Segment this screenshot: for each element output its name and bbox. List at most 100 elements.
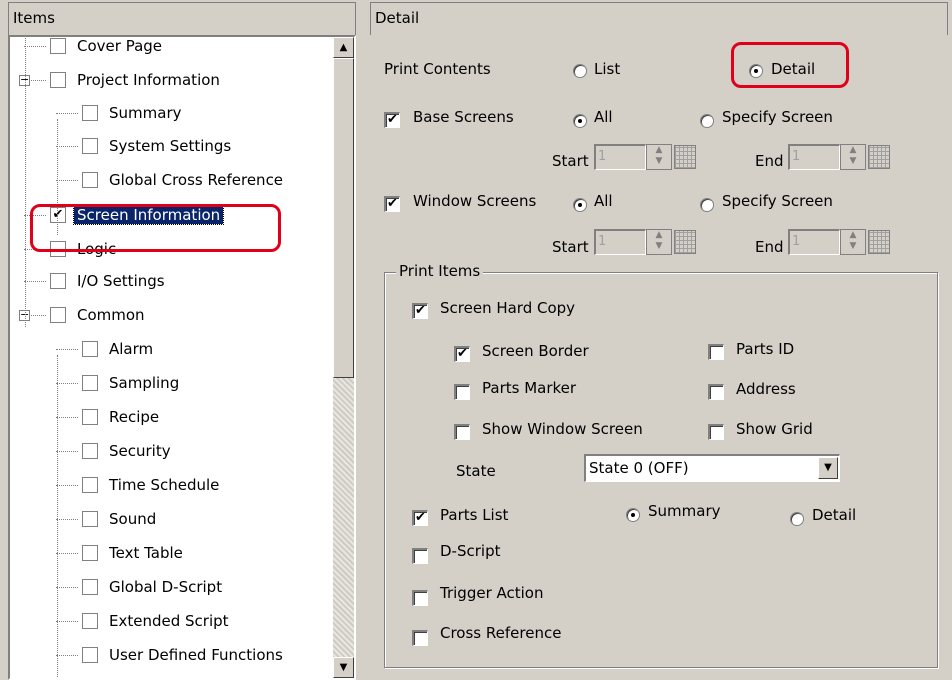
- tree-checkbox[interactable]: [82, 579, 98, 595]
- tree-checkbox[interactable]: [82, 138, 98, 154]
- tree-item-security[interactable]: Security: [82, 440, 174, 462]
- spin-arrows-icon[interactable]: ▲ ▼: [840, 229, 866, 255]
- tree-item-cover-page[interactable]: Cover Page: [50, 37, 165, 57]
- tree-scrollbar[interactable]: ▲ ▼: [333, 37, 354, 678]
- cross-reference-checkbox[interactable]: [412, 630, 428, 646]
- window-end-field[interactable]: 1: [788, 229, 840, 255]
- tree-item-global-cross-reference[interactable]: Global Cross Reference: [82, 169, 286, 191]
- parts-list-checkbox[interactable]: ✔: [412, 510, 428, 526]
- tree-item-time-schedule[interactable]: Time Schedule: [82, 474, 222, 496]
- spin-arrows-icon[interactable]: ▲ ▼: [646, 229, 672, 255]
- base-end-spinner[interactable]: 1 ▲ ▼: [788, 144, 896, 170]
- tree-item-common[interactable]: Common: [50, 304, 148, 326]
- tree-checkbox[interactable]: [50, 273, 66, 289]
- tree-checkbox[interactable]: [50, 307, 66, 323]
- window-screens-checkbox[interactable]: ✔: [384, 196, 400, 212]
- screen-hard-copy-checkbox[interactable]: ✔: [412, 303, 428, 319]
- parts-list-detail-radio[interactable]: [790, 512, 804, 526]
- tree-checkbox[interactable]: [82, 172, 98, 188]
- window-screens-all-radio[interactable]: [573, 198, 587, 212]
- tree-item-sound[interactable]: Sound: [82, 508, 159, 530]
- tree-item-logic[interactable]: Logic: [50, 238, 119, 260]
- d-script-checkbox[interactable]: [412, 548, 428, 564]
- tree-item-user-defined-functions[interactable]: User Defined Functions: [82, 644, 286, 666]
- items-tree[interactable]: Cover Page − Project Information Summary Sys…: [8, 35, 356, 680]
- keypad-icon[interactable]: [674, 145, 696, 169]
- parts-list-summary-radio[interactable]: [626, 508, 640, 522]
- print-contents-list-label: List: [594, 60, 621, 78]
- window-start-field[interactable]: 1: [594, 229, 646, 255]
- tree-checkbox[interactable]: [82, 443, 98, 459]
- state-select[interactable]: State 0 (OFF) ▼: [584, 454, 840, 482]
- screen-border-label: Screen Border: [482, 342, 589, 360]
- tree-checkbox[interactable]: [82, 409, 98, 425]
- tree-checkbox[interactable]: [50, 72, 66, 88]
- tree-item-project-information[interactable]: Project Information: [50, 69, 223, 91]
- base-screens-all-radio[interactable]: [573, 114, 587, 128]
- parts-marker-checkbox[interactable]: [454, 384, 470, 400]
- window-end-label: End: [755, 238, 784, 256]
- tree-item-text-table[interactable]: Text Table: [82, 542, 186, 564]
- tree-checkbox[interactable]: ✔: [50, 207, 66, 223]
- print-contents-detail-radio[interactable]: [749, 64, 763, 78]
- window-screens-specify-radio[interactable]: [700, 198, 714, 212]
- base-start-label: Start: [552, 152, 589, 170]
- tree-checkbox[interactable]: [50, 241, 66, 257]
- parts-list-label: Parts List: [440, 506, 509, 524]
- scrollbar-thumb[interactable]: [333, 58, 354, 378]
- tree-item-label: Text Table: [109, 544, 183, 562]
- tree-connector: [56, 587, 78, 588]
- tree-checkbox[interactable]: [82, 105, 98, 121]
- state-select-value: State 0 (OFF): [589, 459, 689, 477]
- tree-item-label: User Defined Functions: [109, 646, 283, 664]
- scroll-down-icon[interactable]: ▼: [333, 657, 354, 678]
- tree-item-label: Sampling: [109, 374, 180, 392]
- dropdown-arrow-icon[interactable]: ▼: [818, 457, 838, 479]
- base-screens-specify-label: Specify Screen: [722, 108, 833, 126]
- tree-item-sampling[interactable]: Sampling: [82, 372, 182, 394]
- window-start-spinner[interactable]: 1 ▲ ▼: [594, 229, 702, 255]
- address-checkbox[interactable]: [708, 384, 724, 400]
- tree-item-summary[interactable]: Summary: [82, 102, 185, 124]
- tree-checkbox[interactable]: [82, 341, 98, 357]
- tree-item-alarm[interactable]: Alarm: [82, 338, 156, 360]
- base-screens-specify-radio[interactable]: [700, 114, 714, 128]
- parts-id-label: Parts ID: [736, 340, 795, 358]
- keypad-icon[interactable]: [674, 230, 696, 254]
- screen-border-checkbox[interactable]: ✔: [454, 346, 470, 362]
- base-screens-checkbox[interactable]: ✔: [384, 112, 400, 128]
- scroll-up-icon[interactable]: ▲: [333, 37, 354, 58]
- tree-vertical-line: [25, 37, 26, 327]
- tree-checkbox[interactable]: [82, 511, 98, 527]
- tree-item-label: Security: [109, 442, 171, 460]
- print-contents-list-radio[interactable]: [573, 64, 587, 78]
- window-end-spinner[interactable]: 1 ▲ ▼: [788, 229, 896, 255]
- parts-list-detail-label: Detail: [812, 506, 857, 524]
- base-end-field[interactable]: 1: [788, 144, 840, 170]
- base-start-spinner[interactable]: 1 ▲ ▼: [594, 144, 702, 170]
- show-window-screen-checkbox[interactable]: [454, 424, 470, 440]
- tree-checkbox[interactable]: [82, 375, 98, 391]
- base-start-field[interactable]: 1: [594, 144, 646, 170]
- tree-item-extended-script[interactable]: Extended Script: [82, 610, 232, 632]
- keypad-icon[interactable]: [868, 230, 890, 254]
- show-grid-checkbox[interactable]: [708, 424, 724, 440]
- spin-arrows-icon[interactable]: ▲ ▼: [840, 144, 866, 170]
- tree-connector: [56, 655, 78, 656]
- tree-checkbox[interactable]: [82, 477, 98, 493]
- print-items-title: Print Items: [396, 262, 484, 280]
- tree-checkbox[interactable]: [82, 613, 98, 629]
- spin-arrows-icon[interactable]: ▲ ▼: [646, 144, 672, 170]
- tree-checkbox[interactable]: [50, 38, 66, 54]
- tree-checkbox[interactable]: [82, 545, 98, 561]
- tree-item-screen-information[interactable]: ✔ Screen Information: [50, 204, 225, 226]
- tree-checkbox[interactable]: [82, 647, 98, 663]
- tree-item-system-settings[interactable]: System Settings: [82, 135, 234, 157]
- tree-item-i-o-settings[interactable]: I/O Settings: [50, 270, 168, 292]
- keypad-icon[interactable]: [868, 145, 890, 169]
- tree-item-global-d-script[interactable]: Global D-Script: [82, 576, 225, 598]
- trigger-action-checkbox[interactable]: [412, 590, 428, 606]
- tree-connector: [56, 180, 78, 181]
- tree-item-recipe[interactable]: Recipe: [82, 406, 162, 428]
- parts-id-checkbox[interactable]: [708, 344, 724, 360]
